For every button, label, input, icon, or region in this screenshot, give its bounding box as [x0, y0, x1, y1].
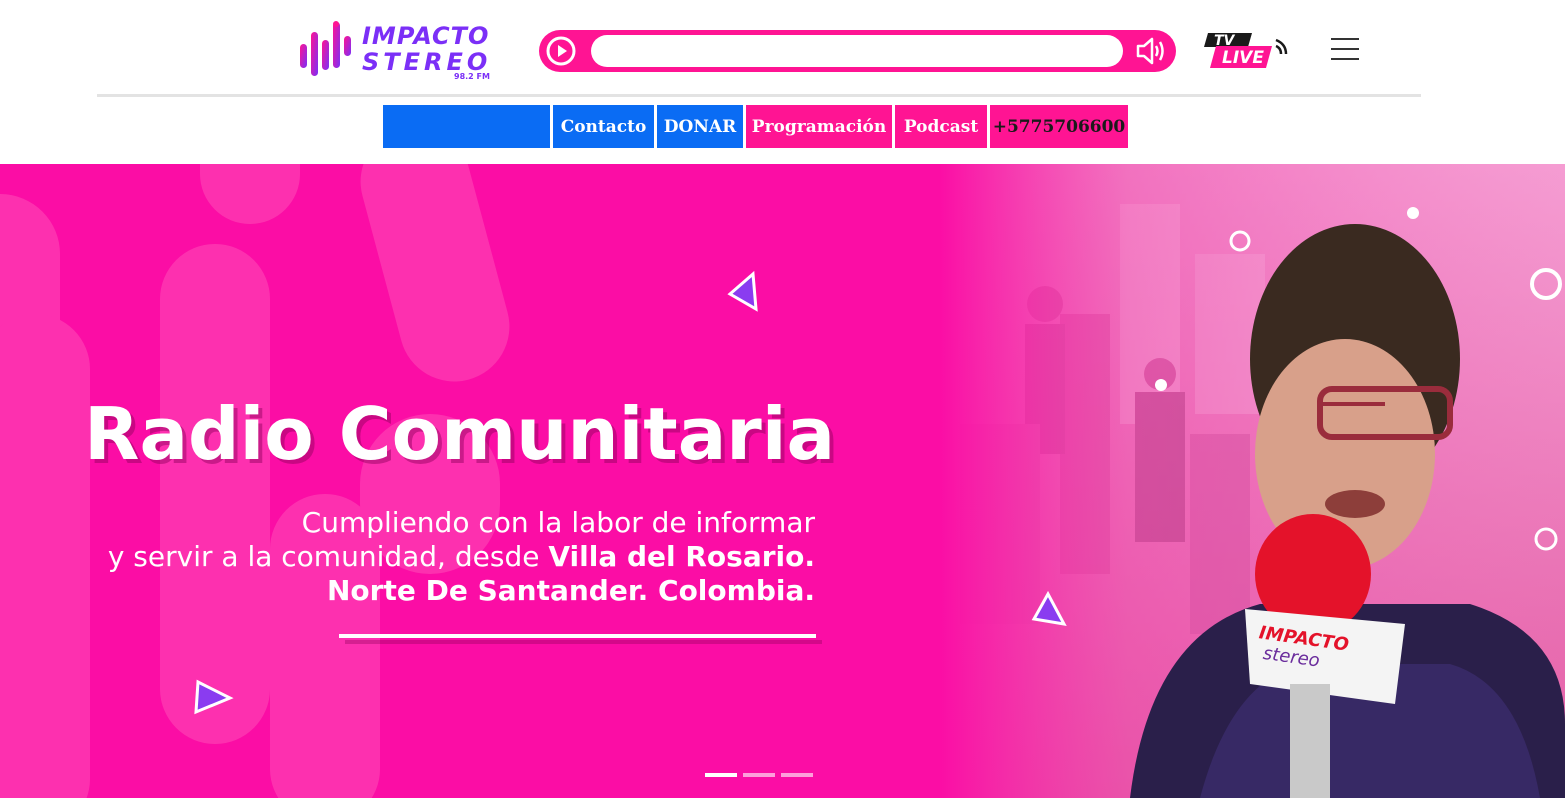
nav-item-donar[interactable]: DONAR	[657, 105, 743, 148]
logo-frequency: 98.2 FM	[454, 72, 490, 81]
main-nav: Contacto DONAR Programación Podcast +577…	[383, 105, 1128, 148]
slider-dot-3[interactable]	[781, 773, 813, 777]
hero-slider: IMPACTO stereo Radio Comunitaria Cumplie…	[0, 164, 1565, 798]
player-progress-bar[interactable]	[591, 35, 1123, 67]
volume-icon[interactable]	[1135, 36, 1167, 66]
hero-sub-line-2-plain: y servir a la comunidad, desde	[107, 540, 549, 573]
hero-subtitle: Cumpliendo con la labor de informar y se…	[108, 506, 815, 608]
hero-sub-line-2: y servir a la comunidad, desde Villa del…	[108, 540, 815, 574]
logo-bars-icon	[300, 21, 351, 76]
play-icon[interactable]	[545, 35, 577, 67]
nav-item-contacto[interactable]: Contacto	[553, 105, 654, 148]
tv-live-button[interactable]: TV LIVE	[1202, 30, 1294, 72]
hero-rule	[339, 634, 816, 638]
logo-line-1: IMPACTO	[362, 22, 490, 50]
tv-label: TV	[1214, 33, 1236, 49]
hero-sub-line-3-bold: Norte De Santander. Colombia.	[327, 574, 815, 607]
slider-dots	[705, 773, 813, 777]
radio-player	[539, 30, 1176, 72]
menu-icon[interactable]	[1331, 38, 1359, 62]
nav-item-phone[interactable]: +5775706600	[990, 105, 1128, 148]
nav-item-blank[interactable]	[383, 105, 550, 148]
site-header: IMPACTO STEREO 98.2 FM TV LIVE Contacto …	[0, 0, 1565, 164]
hero-background: IMPACTO stereo	[0, 164, 1565, 798]
hero-sub-line-3: Norte De Santander. Colombia.	[108, 574, 815, 608]
tv-live-icon: TV LIVE	[1204, 33, 1288, 68]
header-divider	[97, 94, 1421, 97]
hero-title: Radio Comunitaria	[84, 392, 836, 476]
logo[interactable]: IMPACTO STEREO 98.2 FM	[296, 18, 501, 82]
hero-sub-line-2-bold: Villa del Rosario.	[548, 540, 815, 573]
slider-dot-2[interactable]	[743, 773, 775, 777]
hero-sub-line-1: Cumpliendo con la labor de informar	[301, 506, 815, 539]
nav-item-programacion[interactable]: Programación	[746, 105, 892, 148]
slider-dot-1[interactable]	[705, 773, 737, 777]
nav-item-podcast[interactable]: Podcast	[895, 105, 987, 148]
live-label: LIVE	[1222, 48, 1264, 68]
